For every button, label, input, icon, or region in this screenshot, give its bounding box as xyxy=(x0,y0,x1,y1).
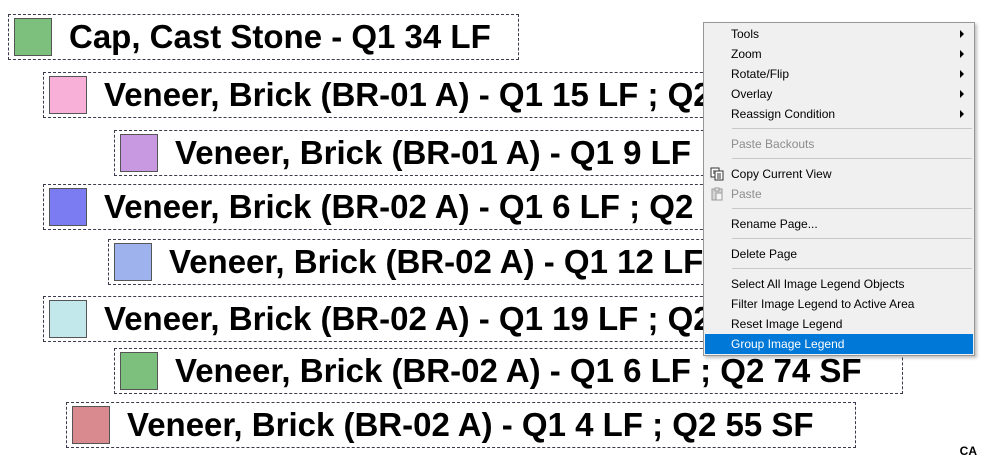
menu-item-label: Rename Page... xyxy=(731,217,818,231)
clipboard-icon xyxy=(711,187,723,201)
menu-item-select-all-legend[interactable]: Select All Image Legend Objects xyxy=(705,274,973,294)
legend-swatch xyxy=(49,300,87,338)
menu-item-reassign-condition[interactable]: Reassign Condition xyxy=(705,104,973,124)
menu-item-rotate-flip[interactable]: Rotate/Flip xyxy=(705,64,973,84)
legend-swatch xyxy=(120,134,158,172)
legend-item-label: Veneer, Brick (BR-01 A) - Q1 9 LF ; Q2 xyxy=(175,134,744,171)
menu-item-paste[interactable]: Paste xyxy=(705,184,973,204)
menu-item-label: Tools xyxy=(731,27,760,41)
submenu-arrow-icon xyxy=(960,30,964,38)
menu-item-label: Reset Image Legend xyxy=(731,317,843,331)
menu-item-label: Paste Backouts xyxy=(731,137,815,151)
context-menu: Tools Zoom Rotate/Flip Overlay Reassign … xyxy=(703,22,975,356)
submenu-arrow-icon xyxy=(960,70,964,78)
menu-item-zoom[interactable]: Zoom xyxy=(705,44,973,64)
legend-item-label: Veneer, Brick (BR-02 A) - Q1 12 LF ; Q2 xyxy=(169,243,744,280)
legend-item-veneer-br02-19lf[interactable]: Veneer, Brick (BR-02 A) - Q1 19 LF ; Q2 xyxy=(43,296,743,342)
submenu-arrow-icon xyxy=(960,90,964,98)
menu-item-filter-legend[interactable]: Filter Image Legend to Active Area xyxy=(705,294,973,314)
legend-item-cap-cast-stone[interactable]: Cap, Cast Stone - Q1 34 LF xyxy=(8,14,519,60)
legend-item-veneer-br02-6lf[interactable]: Veneer, Brick (BR-02 A) - Q1 6 LF ; Q2 xyxy=(43,184,743,230)
menu-item-delete-page[interactable]: Delete Page xyxy=(705,244,973,264)
menu-item-group-legend[interactable]: Group Image Legend xyxy=(705,334,973,354)
legend-swatch xyxy=(49,188,87,226)
legend-swatch xyxy=(14,18,52,56)
menu-item-label: Paste xyxy=(731,187,762,201)
menu-item-reset-legend[interactable]: Reset Image Legend xyxy=(705,314,973,334)
menu-item-label: Filter Image Legend to Active Area xyxy=(731,297,915,311)
copy-icon xyxy=(710,167,724,181)
legend-swatch xyxy=(120,352,158,390)
legend-item-veneer-br01-15lf[interactable]: Veneer, Brick (BR-01 A) - Q1 15 LF ; Q2 xyxy=(43,72,743,118)
submenu-arrow-icon xyxy=(960,110,964,118)
legend-swatch xyxy=(49,76,87,114)
legend-item-label: Veneer, Brick (BR-02 A) - Q1 6 LF ; Q2 xyxy=(104,188,694,225)
menu-item-label: Zoom xyxy=(731,47,762,61)
menu-separator xyxy=(732,208,972,209)
menu-item-tools[interactable]: Tools xyxy=(705,24,973,44)
menu-item-copy-current-view[interactable]: Copy Current View xyxy=(705,164,973,184)
menu-separator xyxy=(732,268,972,269)
menu-item-label: Reassign Condition xyxy=(731,107,836,121)
legend-swatch xyxy=(72,406,110,444)
menu-item-label: Delete Page xyxy=(731,247,798,261)
legend-item-veneer-br01-9lf[interactable]: Veneer, Brick (BR-01 A) - Q1 9 LF ; Q2 xyxy=(114,130,744,176)
menu-item-label: Group Image Legend xyxy=(731,337,845,351)
menu-item-label: Rotate/Flip xyxy=(731,67,790,81)
legend-item-veneer-br02-4lf-55sf[interactable]: Veneer, Brick (BR-02 A) - Q1 4 LF ; Q2 5… xyxy=(66,402,856,448)
legend-item-label: Veneer, Brick (BR-01 A) - Q1 15 LF ; Q2 xyxy=(104,76,712,113)
menu-item-label: Overlay xyxy=(731,87,773,101)
menu-separator xyxy=(732,128,972,129)
menu-separator xyxy=(732,158,972,159)
legend-item-label: Veneer, Brick (BR-02 A) - Q1 19 LF ; Q2 xyxy=(104,300,712,337)
corner-label: CA xyxy=(959,444,977,458)
menu-item-label: Copy Current View xyxy=(731,167,832,181)
legend-item-label: Veneer, Brick (BR-02 A) - Q1 6 LF ; Q2 7… xyxy=(175,352,862,389)
legend-item-label: Cap, Cast Stone - Q1 34 LF xyxy=(69,18,491,55)
menu-item-overlay[interactable]: Overlay xyxy=(705,84,973,104)
legend-swatch xyxy=(114,243,152,281)
legend-item-veneer-br02-12lf[interactable]: Veneer, Brick (BR-02 A) - Q1 12 LF ; Q2 xyxy=(108,239,744,285)
submenu-arrow-icon xyxy=(960,50,964,58)
menu-item-paste-backouts[interactable]: Paste Backouts xyxy=(705,134,973,154)
menu-item-label: Select All Image Legend Objects xyxy=(731,277,905,291)
menu-item-rename-page[interactable]: Rename Page... xyxy=(705,214,973,234)
legend-item-label: Veneer, Brick (BR-02 A) - Q1 4 LF ; Q2 5… xyxy=(127,406,814,443)
menu-separator xyxy=(732,238,972,239)
